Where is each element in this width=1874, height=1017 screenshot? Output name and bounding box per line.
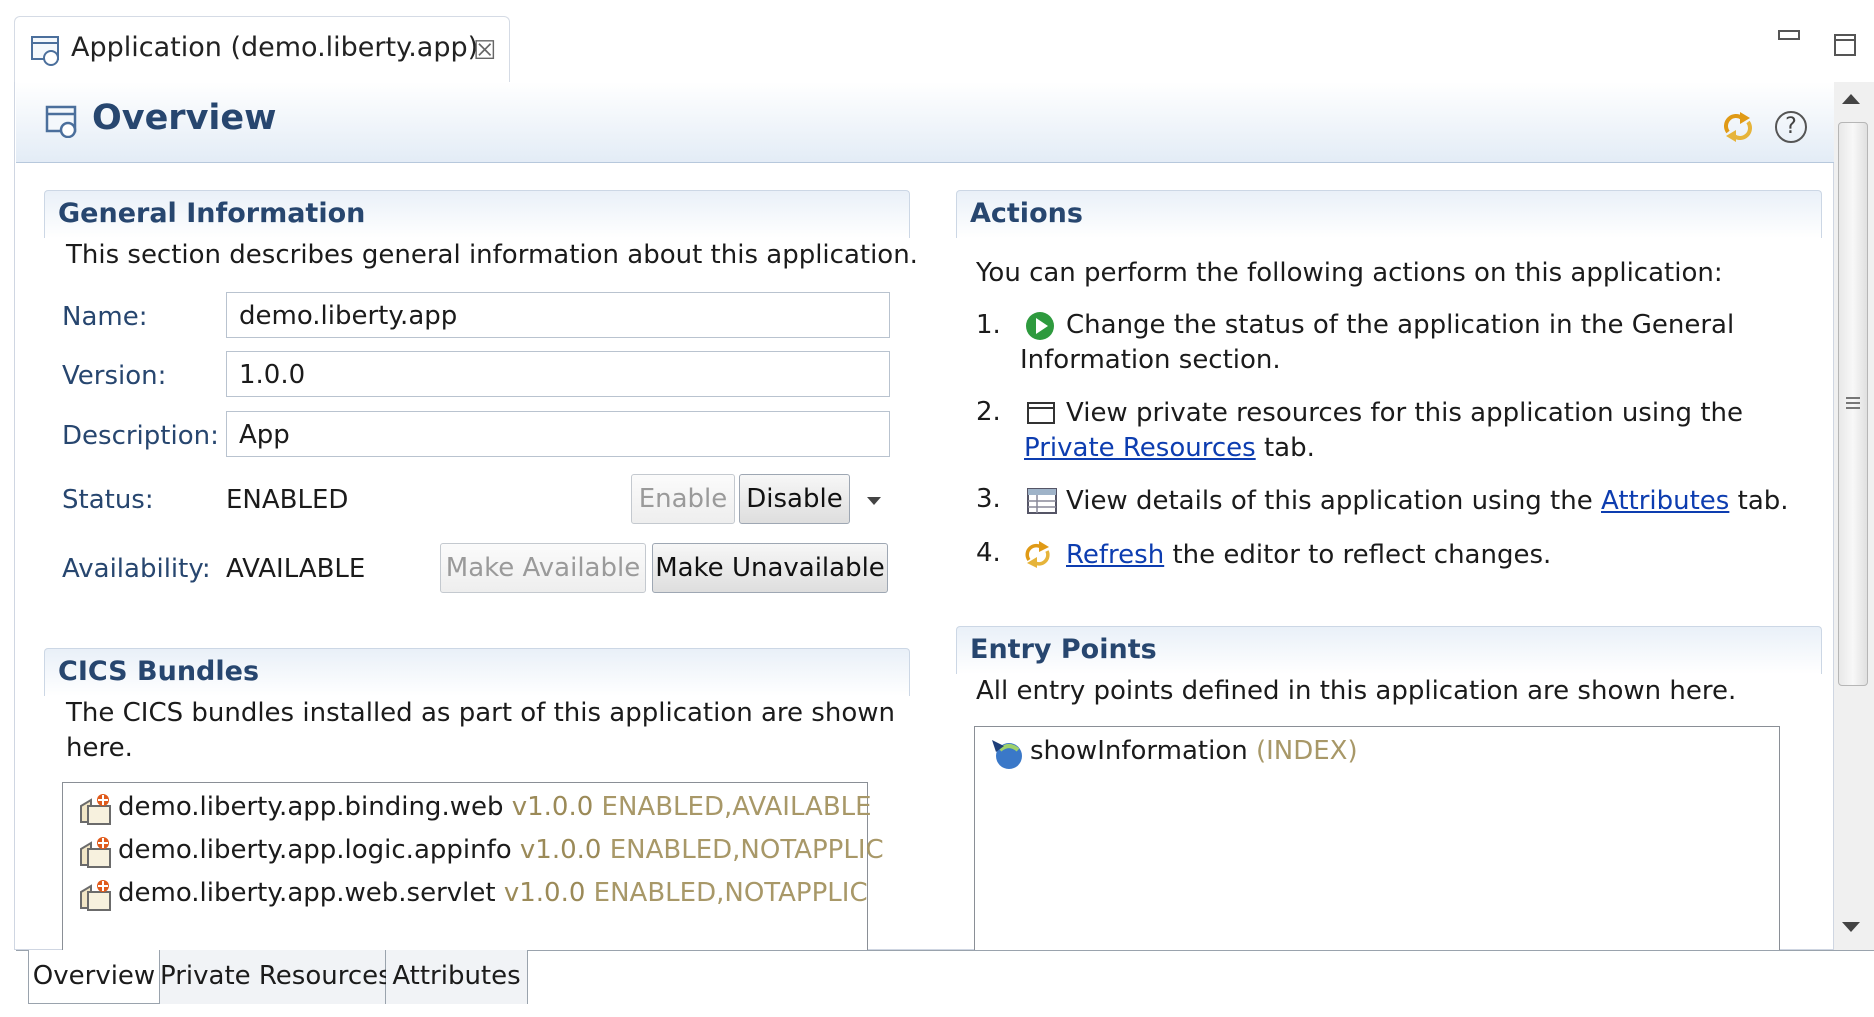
- scroll-up-arrow-icon[interactable]: [1842, 94, 1860, 104]
- maximize-icon[interactable]: [1834, 34, 1856, 56]
- bundle-version: v1.0.0: [519, 835, 602, 865]
- disable-button[interactable]: Disable: [739, 474, 850, 524]
- bundles-section-title[interactable]: CICS Bundles: [58, 656, 259, 687]
- make-available-button[interactable]: Make Available: [440, 543, 646, 593]
- entry-points-section-title[interactable]: Entry Points: [970, 634, 1157, 665]
- status-value: ENABLED: [226, 485, 349, 515]
- bundle-state: ENABLED,NOTAPPLIC: [593, 878, 868, 908]
- action-item-private-resources-cont: Private Resources tab.: [1024, 431, 1315, 466]
- version-field[interactable]: 1.0.0: [226, 351, 890, 397]
- enable-button[interactable]: Enable: [631, 474, 735, 524]
- action-item-refresh: Refresh the editor to reflect changes.: [1066, 538, 1551, 573]
- tab-private-resources[interactable]: Private Resources: [160, 950, 392, 1004]
- bundle-name: demo.liberty.app.web.servlet: [118, 878, 496, 908]
- tab-attributes[interactable]: Attributes: [386, 950, 528, 1004]
- refresh-icon[interactable]: [1720, 108, 1756, 144]
- availability-value: AVAILABLE: [226, 554, 366, 584]
- general-section-title[interactable]: General Information: [58, 198, 365, 229]
- bundle-version: v1.0.0: [503, 878, 586, 908]
- actions-section-header: [956, 190, 1822, 238]
- status-dropdown-chevron-down-icon[interactable]: [856, 476, 890, 526]
- help-icon[interactable]: ?: [1775, 111, 1807, 143]
- form-header: [16, 82, 1834, 163]
- action-number: 2.: [976, 397, 1001, 427]
- application-icon: [31, 36, 59, 66]
- action-item-attributes: View details of this application using t…: [1066, 484, 1789, 519]
- bundle-icon: [80, 880, 111, 911]
- bundles-section-description: The CICS bundles installed as part of th…: [66, 698, 895, 728]
- description-field[interactable]: App: [226, 411, 890, 457]
- tab-overview[interactable]: Overview: [28, 950, 160, 1004]
- actions-section-title[interactable]: Actions: [970, 198, 1083, 229]
- refresh-link[interactable]: Refresh: [1066, 540, 1164, 570]
- bundle-state: ENABLED,NOTAPPLIC: [609, 835, 884, 865]
- bundle-name: demo.liberty.app.binding.web: [118, 792, 504, 822]
- name-field[interactable]: demo.liberty.app: [226, 292, 890, 338]
- private-resources-link[interactable]: Private Resources: [1024, 433, 1256, 463]
- bundles-section-description-cont: here.: [66, 733, 133, 763]
- action-item-private-resources: View private resources for this applicat…: [1066, 398, 1743, 428]
- action-number: 4.: [976, 538, 1001, 568]
- editor-tab[interactable]: Application (demo.liberty.app) ☒: [14, 16, 510, 82]
- private-resources-icon: [1027, 402, 1055, 424]
- close-icon[interactable]: ☒: [473, 36, 496, 66]
- bundle-version: v1.0.0: [511, 792, 594, 822]
- attributes-icon: [1027, 488, 1057, 514]
- general-section-description: This section describes general informati…: [66, 240, 918, 270]
- page-title: Overview: [92, 98, 277, 138]
- action-number: 3.: [976, 484, 1001, 514]
- entry-point-type: (INDEX): [1255, 736, 1358, 766]
- bundle-name: demo.liberty.app.logic.appinfo: [118, 835, 512, 865]
- name-label: Name:: [62, 302, 148, 332]
- entry-point-name: showInformation: [1030, 736, 1248, 766]
- action-number: 1.: [976, 310, 1001, 340]
- action-item-status: Change the status of the application in …: [1066, 310, 1735, 340]
- make-unavailable-button[interactable]: Make Unavailable: [652, 543, 888, 593]
- editor-tab-title: Application (demo.liberty.app): [71, 32, 479, 63]
- availability-label: Availability:: [62, 554, 211, 584]
- bundle-state: ENABLED,AVAILABLE: [601, 792, 872, 822]
- scroll-down-arrow-icon[interactable]: [1842, 922, 1860, 932]
- attributes-link[interactable]: Attributes: [1601, 486, 1729, 516]
- application-icon: [45, 105, 77, 138]
- minimize-icon[interactable]: [1778, 30, 1800, 40]
- action-text: the editor to reflect changes.: [1164, 540, 1552, 570]
- bundle-icon: [80, 794, 111, 825]
- bundle-icon: [80, 837, 111, 868]
- refresh-icon: [1025, 541, 1050, 568]
- action-text: tab.: [1729, 486, 1789, 516]
- status-change-icon: [1026, 312, 1054, 340]
- version-label: Version:: [62, 361, 167, 391]
- action-text: View details of this application using t…: [1066, 486, 1601, 516]
- actions-intro: You can perform the following actions on…: [976, 258, 1723, 288]
- action-text: tab.: [1255, 433, 1315, 463]
- entry-point-icon: [992, 740, 1022, 769]
- action-item-status-cont: Information section.: [1020, 345, 1281, 375]
- status-label: Status:: [62, 485, 154, 515]
- scrollbar-grip-icon: [1846, 397, 1860, 411]
- entry-points-description: All entry points defined in this applica…: [976, 676, 1737, 706]
- description-label: Description:: [62, 421, 219, 451]
